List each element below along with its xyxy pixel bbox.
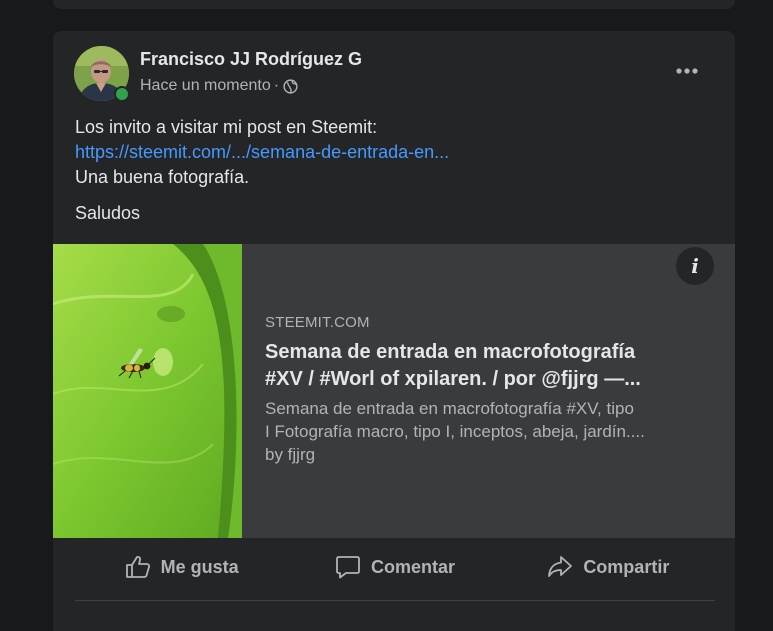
share-arrow-icon <box>548 556 573 577</box>
link-title: Semana de entrada en macrofotografía #XV… <box>265 339 717 393</box>
post-action-bar: Me gusta Comentar Compartir <box>75 545 715 589</box>
link-description: Semana de entrada en macrofotografía #XV… <box>265 397 717 466</box>
post-text-line: Los invito a visitar mi post en Steemit: <box>75 117 378 137</box>
link-title-line: Semana de entrada en macrofotografía <box>265 341 636 363</box>
post-card: Francisco JJ Rodríguez G Hace un momento… <box>53 31 735 631</box>
post-body: Los invito a visitar mi post en Steemit:… <box>75 115 715 226</box>
action-bar-divider <box>75 600 715 601</box>
thumbs-up-icon <box>125 556 150 578</box>
post-text-line: Saludos <box>75 203 141 223</box>
link-domain: STEEMIT.COM <box>265 314 370 331</box>
post-text-line: Una buena fotografía. <box>75 167 250 187</box>
info-button[interactable]: i <box>676 247 714 285</box>
link-description-line: Semana de entrada en macrofotografía #XV… <box>265 399 634 418</box>
author-name[interactable]: Francisco JJ Rodríguez G <box>140 49 362 70</box>
info-icon: i <box>691 254 699 278</box>
link-description-line: by fjjrg <box>265 445 316 464</box>
like-button[interactable]: Me gusta <box>75 547 288 587</box>
comment-button[interactable]: Comentar <box>288 547 501 587</box>
more-horizontal-icon <box>676 68 698 74</box>
more-options-button[interactable] <box>669 56 705 86</box>
post-meta: Hace un momento · <box>140 77 298 95</box>
comment-icon <box>336 556 360 579</box>
share-label: Compartir <box>583 556 670 577</box>
wasp-on-leaf-image <box>53 244 242 538</box>
preview-image[interactable] <box>53 244 242 538</box>
globe-icon[interactable] <box>283 78 298 94</box>
steemit-post-link[interactable]: https://steemit.com/.../semana-de-entrad… <box>75 142 449 162</box>
previous-post-card <box>53 0 735 9</box>
comment-label: Comentar <box>370 556 455 577</box>
online-status-dot <box>114 86 130 102</box>
link-title-line: #XV / #Worl of xpilaren. / por @fjjrg —.… <box>265 368 641 390</box>
meta-separator: · <box>273 77 280 94</box>
like-label: Me gusta <box>160 556 239 577</box>
link-preview-info: STEEMIT.COM Semana de entrada en macrofo… <box>265 314 717 466</box>
link-description-line: I Fotografía macro, tipo I, inceptos, ab… <box>265 422 645 441</box>
post-timestamp[interactable]: Hace un momento <box>140 77 271 95</box>
link-preview-card[interactable]: i STEEMIT.COM Semana de entrada en macro… <box>53 244 735 538</box>
share-button[interactable]: Compartir <box>502 547 715 587</box>
